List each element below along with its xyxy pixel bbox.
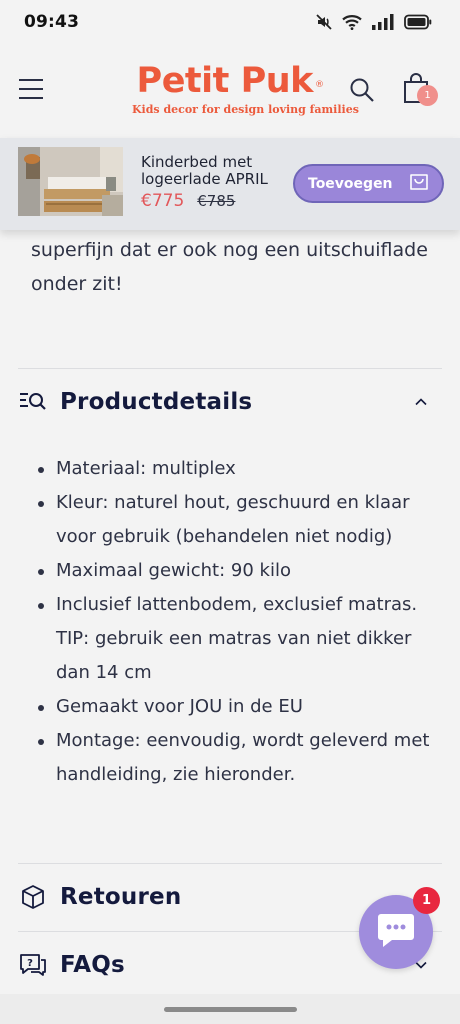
sticky-product-name: Kinderbed met logeerlade APRIL — [141, 153, 268, 188]
list-search-icon — [18, 387, 48, 417]
product-content: superfijn dat er ook nog een uitschuifla… — [0, 230, 460, 994]
faq-chat-icon: ? — [18, 950, 48, 980]
status-icons — [315, 13, 432, 31]
status-time: 09:43 — [24, 12, 80, 32]
chevron-up-icon — [414, 394, 428, 408]
sticky-prices: €775 €785 — [141, 191, 235, 211]
site-header: Petit Puk ® Kids decor for design loving … — [0, 44, 460, 138]
chat-bubble-icon — [376, 911, 416, 953]
list-item: Gemaakt voor JOU in de EU — [37, 690, 437, 724]
logo-tagline: Kids decor for design loving families — [132, 103, 359, 116]
product-thumbnail — [18, 147, 123, 216]
logo-title: Petit Puk ® — [136, 61, 324, 101]
list-item: Kleur: naturel hout, geschuurd en klaar … — [37, 486, 437, 554]
mute-icon — [315, 13, 333, 31]
system-nav-bar — [0, 994, 460, 1024]
cart-count-badge: 1 — [417, 85, 438, 106]
add-to-cart-button[interactable]: Toevoegen — [293, 164, 444, 203]
productdetails-title: Productdetails — [60, 389, 253, 415]
product-details-list: Materiaal: multiplex Kleur: naturel hout… — [37, 452, 437, 792]
sticky-add-to-cart-bar: Kinderbed met logeerlade APRIL €775 €785… — [0, 138, 460, 230]
sale-price: €775 — [141, 191, 185, 211]
divider — [18, 368, 442, 369]
list-item: Montage: eenvoudig, wordt geleverd met h… — [37, 724, 437, 792]
hamburger-menu-icon[interactable] — [18, 77, 44, 101]
accordion-productdetails[interactable]: Productdetails — [18, 372, 442, 432]
divider — [18, 863, 442, 864]
list-item: Inclusief lattenbodem, exclusief matras.… — [37, 588, 437, 690]
status-bar: 09:43 — [0, 0, 460, 44]
svg-text:?: ? — [27, 958, 33, 969]
faqs-title: FAQs — [60, 952, 125, 978]
add-to-cart-label: Toevoegen — [308, 175, 393, 192]
product-description-text: superfijn dat er ook nog een uitschuifla… — [31, 239, 428, 295]
search-icon[interactable] — [349, 77, 375, 103]
battery-icon — [404, 14, 432, 30]
signal-icon — [371, 14, 395, 30]
site-logo[interactable]: Petit Puk ® Kids decor for design loving … — [132, 61, 359, 116]
retouren-title: Retouren — [60, 884, 182, 910]
list-item: Maximaal gewicht: 90 kilo — [37, 554, 437, 588]
original-price: €785 — [197, 192, 236, 210]
wifi-icon — [342, 14, 362, 30]
shopping-bag-icon — [409, 172, 429, 196]
home-indicator[interactable] — [164, 1007, 297, 1012]
box-icon — [18, 882, 48, 912]
chat-notification-badge: 1 — [413, 887, 440, 914]
list-item: Materiaal: multiplex — [37, 452, 437, 486]
